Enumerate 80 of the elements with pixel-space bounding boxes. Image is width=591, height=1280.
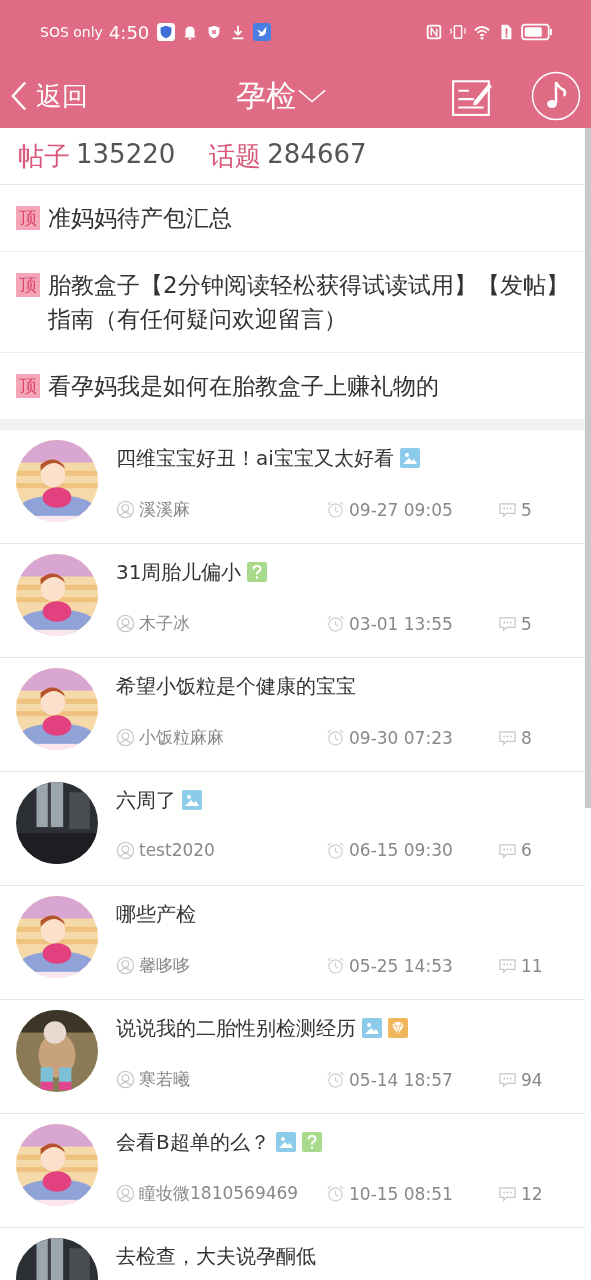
stat-label: 话题 <box>209 139 262 173</box>
comment-icon <box>498 500 517 519</box>
post-time: 05-14 18:57 <box>349 1069 453 1090</box>
user-icon <box>116 614 135 633</box>
alarm-clock-icon <box>326 1070 345 1089</box>
pinned-badge: 顶 <box>16 206 40 230</box>
user-icon <box>116 1070 135 1089</box>
reply-count: 6 <box>521 840 532 860</box>
pinned-title: 胎教盒子【2分钟阅读轻松获得试读试用】【发帖】指南（有任何疑问欢迎留言） <box>48 271 570 334</box>
post-title: 31周胎儿偏小 <box>116 558 242 586</box>
clock: 4:50 <box>108 21 150 43</box>
post-title: 去检查，大夫说孕酮低 <box>116 1242 316 1270</box>
alarm-clock-icon <box>326 614 345 633</box>
vibrate-icon <box>449 23 467 41</box>
author-name: 馨哆哆 <box>139 954 190 977</box>
pinned-title: 看孕妈我是如何在胎教盒子上赚礼物的 <box>48 372 439 401</box>
author-name: 木子冰 <box>139 612 190 635</box>
post-time: 10-15 08:51 <box>349 1183 453 1204</box>
post-item[interactable]: 哪些产检 馨哆哆 05-25 14:53 11 <box>0 886 585 1000</box>
reply-count: 12 <box>521 1183 543 1204</box>
stat-value: 284667 <box>267 138 367 171</box>
comment-icon <box>498 1184 517 1203</box>
pinned-badge: 顶 <box>16 374 40 398</box>
caret-icon <box>298 88 326 104</box>
battery-icon <box>521 23 553 41</box>
user-icon <box>116 500 135 519</box>
carrier-text: SOS only <box>40 24 103 40</box>
author-name: 溪溪麻 <box>139 498 190 521</box>
author-name: 小饭粒麻麻 <box>139 726 224 749</box>
post-item[interactable]: 说说我的二胎性别检测经历 寒若曦 05-14 18:57 94 <box>0 1000 585 1114</box>
reply-count: 5 <box>521 613 532 634</box>
post-title: 会看B超单的么？ <box>116 1128 270 1156</box>
post-time: 09-27 09:05 <box>349 499 453 520</box>
user-icon <box>116 728 135 747</box>
reply-count: 94 <box>521 1069 543 1090</box>
reply-count: 5 <box>521 499 532 520</box>
post-time: 03-01 13:55 <box>349 613 453 634</box>
comment-icon <box>498 728 517 747</box>
post-item[interactable]: 31周胎儿偏小 木子冰 03-01 13:55 5 <box>0 544 585 658</box>
post-item[interactable]: 六周了 test2020 06-15 09:30 6 <box>0 772 585 886</box>
pinned-post[interactable]: 顶 胎教盒子【2分钟阅读轻松获得试读试用】【发帖】指南（有任何疑问欢迎留言） <box>0 252 585 353</box>
stat-value: 135220 <box>76 138 176 171</box>
post-title: 六周了 <box>116 786 176 814</box>
nfc-icon <box>425 23 443 41</box>
comment-icon <box>498 1070 517 1089</box>
pinned-post[interactable]: 顶 准妈妈待产包汇总 <box>0 185 585 252</box>
comment-icon <box>498 956 517 975</box>
alarm-clock-icon <box>326 956 345 975</box>
post-item[interactable]: 四维宝宝好丑！ai宝宝又太好看 溪溪麻 09-27 09:05 5 <box>0 430 585 544</box>
shield-icon <box>157 23 176 41</box>
post-time: 06-15 09:30 <box>349 840 453 860</box>
post-item[interactable]: 去检查，大夫说孕酮低 <box>0 1228 585 1280</box>
reply-count: 8 <box>521 727 532 748</box>
reply-count: 11 <box>521 955 543 976</box>
post-item[interactable]: 希望小饭粒是个健康的宝宝 小饭粒麻麻 09-30 07:23 8 <box>0 658 585 772</box>
user-icon <box>116 1184 135 1203</box>
post-time: 09-30 07:23 <box>349 727 453 748</box>
user-icon <box>116 840 135 860</box>
wifi-icon <box>473 23 491 41</box>
alarm-clock-icon <box>326 840 345 860</box>
comment-icon <box>498 614 517 633</box>
post-time: 05-25 14:53 <box>349 955 453 976</box>
post-item[interactable]: 会看B超单的么？ 瞳妆微1810569469 10-15 08:51 12 <box>0 1114 585 1228</box>
user-icon <box>116 956 135 975</box>
alarm-clock-icon <box>326 728 345 747</box>
author-name: test2020 <box>139 840 215 860</box>
scrollbar[interactable] <box>585 128 591 808</box>
post-title: 四维宝宝好丑！ai宝宝又太好看 <box>116 444 394 472</box>
author-name: 瞳妆微1810569469 <box>139 1182 299 1205</box>
author-name: 寒若曦 <box>139 1068 190 1091</box>
music-icon[interactable] <box>531 71 581 121</box>
alarm-clock-icon <box>326 1184 345 1203</box>
post-title: 希望小饭粒是个健康的宝宝 <box>116 672 356 700</box>
post-title: 说说我的二胎性别检测经历 <box>116 1014 356 1042</box>
bird-icon <box>253 23 272 41</box>
post-title: 哪些产检 <box>116 900 196 928</box>
alarm-clock-icon <box>326 500 345 519</box>
pinned-badge: 顶 <box>16 273 40 297</box>
stat-label: 帖子 <box>18 139 70 173</box>
pinned-title: 准妈妈待产包汇总 <box>48 204 232 233</box>
